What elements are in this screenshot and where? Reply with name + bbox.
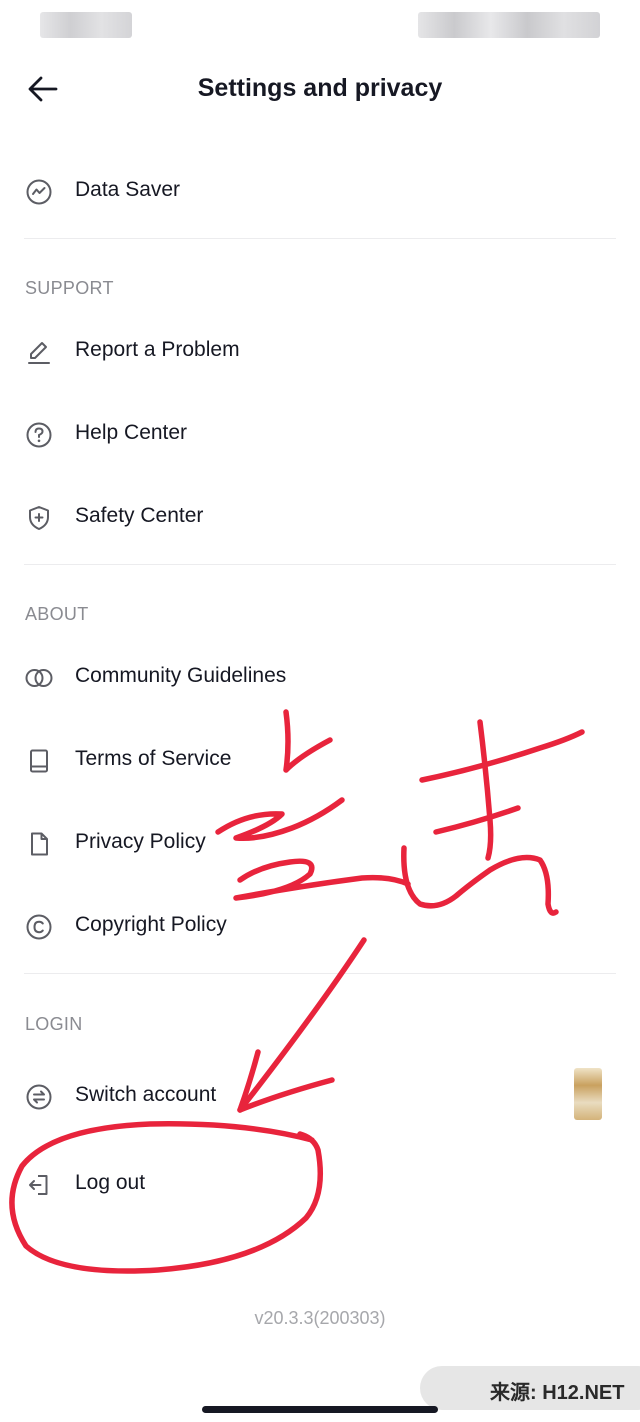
book-icon bbox=[24, 746, 54, 776]
switch-arrows-icon bbox=[24, 1082, 54, 1112]
row-label: Switch account bbox=[75, 1083, 217, 1106]
page-title: Settings and privacy bbox=[197, 74, 443, 102]
row-label: Log out bbox=[75, 1171, 146, 1194]
divider bbox=[24, 238, 616, 239]
row-privacy-policy[interactable]: Privacy Policy bbox=[0, 814, 640, 874]
status-time-blurred bbox=[40, 12, 132, 38]
watermark-text: 来源: H12.NET bbox=[490, 1382, 625, 1404]
row-help-center[interactable]: Help Center bbox=[0, 405, 640, 465]
status-bar bbox=[0, 0, 640, 50]
row-safety-center[interactable]: Safety Center bbox=[0, 488, 640, 548]
section-header-support: SUPPORT bbox=[25, 278, 114, 298]
section-header-about: ABOUT bbox=[25, 604, 89, 624]
document-icon bbox=[24, 829, 54, 859]
row-label: Copyright Policy bbox=[75, 913, 227, 936]
row-report-problem[interactable]: Report a Problem bbox=[0, 322, 640, 382]
section-header-login: LOGIN bbox=[25, 1014, 83, 1034]
status-icons-blurred bbox=[418, 12, 600, 38]
row-community-guidelines[interactable]: Community Guidelines bbox=[0, 648, 640, 708]
copyright-icon bbox=[24, 912, 54, 942]
divider bbox=[24, 973, 616, 974]
row-label: Community Guidelines bbox=[75, 664, 287, 687]
overlapping-circles-icon bbox=[24, 663, 54, 693]
row-label: Safety Center bbox=[75, 504, 204, 527]
question-circle-icon bbox=[24, 420, 54, 450]
data-saver-icon bbox=[24, 177, 54, 207]
home-indicator bbox=[202, 1406, 438, 1413]
divider bbox=[24, 564, 616, 565]
row-label: Terms of Service bbox=[75, 747, 232, 770]
version-text: v20.3.3(200303) bbox=[254, 1308, 386, 1328]
row-log-out[interactable]: Log out bbox=[0, 1155, 640, 1215]
row-label: Privacy Policy bbox=[75, 830, 206, 853]
row-label: Report a Problem bbox=[75, 338, 240, 361]
shield-plus-icon bbox=[24, 503, 54, 533]
logout-icon bbox=[24, 1170, 54, 1200]
row-data-saver[interactable]: Data Saver bbox=[0, 162, 640, 222]
pencil-icon bbox=[24, 337, 54, 367]
row-terms-of-service[interactable]: Terms of Service bbox=[0, 731, 640, 791]
row-copyright-policy[interactable]: Copyright Policy bbox=[0, 897, 640, 957]
row-label: Data Saver bbox=[75, 178, 181, 201]
row-label: Help Center bbox=[75, 421, 188, 444]
row-switch-account[interactable]: Switch account bbox=[0, 1067, 640, 1127]
avatar-blurred bbox=[574, 1068, 602, 1120]
header: Settings and privacy bbox=[0, 56, 640, 122]
